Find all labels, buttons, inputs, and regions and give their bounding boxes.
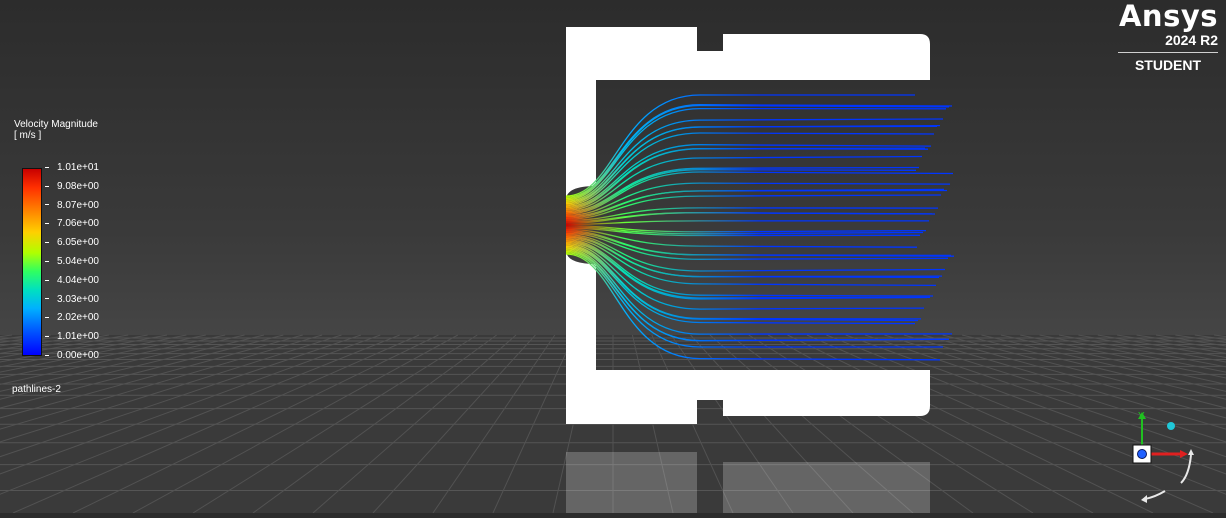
rotate-arrow-icon xyxy=(1188,449,1194,455)
y-axis-label: Y xyxy=(1138,411,1145,422)
legend-tick-mark xyxy=(45,317,49,319)
legend-tick-label: 7.06e+00 xyxy=(45,219,99,229)
pathline xyxy=(565,252,943,348)
pathlines-2 xyxy=(565,94,955,361)
brand-name: Ansys xyxy=(1118,0,1218,33)
rotate-arrow-lower-icon xyxy=(1141,495,1147,503)
brand-version: 2024 R2 xyxy=(1165,32,1218,48)
legend-tick-label: 0.00e+00 xyxy=(45,351,99,361)
legend-tick-label: 6.05e+00 xyxy=(45,238,99,248)
legend-tick-label: 4.04e+00 xyxy=(45,274,99,286)
legend-tick-text: 8.07e+00 xyxy=(57,199,99,211)
legend-tick-label: 5.04e+00 xyxy=(45,257,99,267)
pathline xyxy=(565,107,947,201)
legend-tick-label: 2.02e+00 xyxy=(45,313,99,323)
pathline xyxy=(565,230,955,257)
rotate-arc-icon[interactable] xyxy=(1180,454,1192,484)
legend-tick-mark xyxy=(45,260,49,262)
pathline xyxy=(565,234,946,272)
legend-tick-mark xyxy=(45,204,49,206)
legend-tick-text: 5.04e+00 xyxy=(57,256,99,267)
legend-tick-label: 9.08e+00 xyxy=(45,180,99,192)
legend-tick-mark xyxy=(45,336,49,338)
isometric-view-ball[interactable] xyxy=(1167,422,1175,430)
pathline xyxy=(565,237,937,287)
legend-tick-text: 6.05e+00 xyxy=(57,237,99,249)
axis-triad[interactable]: Y xyxy=(1105,405,1215,510)
legend-tick-text: 0.00e+00 xyxy=(57,350,99,361)
legend-tick-text: 7.06e+00 xyxy=(57,218,99,230)
pathline xyxy=(565,248,953,335)
legend-tick-label: 1.01e+01 xyxy=(45,163,99,173)
legend-colorbar[interactable] xyxy=(22,168,42,356)
legend-tick-text: 1.01e+01 xyxy=(57,162,99,173)
legend-tick-label: 8.07e+00 xyxy=(45,199,99,211)
scene-canvas[interactable] xyxy=(0,0,1226,514)
ansys-brand: Ansys 2024 R2 STUDENT xyxy=(1118,0,1218,73)
pathline xyxy=(565,224,927,233)
legend-tick-mark xyxy=(45,354,49,356)
legend-tick-text: 1.01e+00 xyxy=(57,331,99,343)
legend-units: [ m/s ] xyxy=(14,130,42,141)
legend-tick-mark xyxy=(45,223,49,225)
legend-tick-text: 4.04e+00 xyxy=(57,274,99,286)
legend-tick-mark xyxy=(45,185,49,187)
pathline xyxy=(565,132,935,206)
legend-tick-label: 3.03e+00 xyxy=(45,293,99,305)
pathline xyxy=(565,125,938,205)
x-axis-arrow xyxy=(1180,450,1188,458)
graphics-viewport[interactable] xyxy=(0,0,1226,514)
legend-title: Velocity Magnitude xyxy=(14,119,98,130)
brand-edition: STUDENT xyxy=(1134,57,1202,73)
legend-tick-text: 3.03e+00 xyxy=(57,293,99,305)
brand-divider xyxy=(1118,52,1218,53)
pathline xyxy=(565,220,929,226)
legend-tick-mark xyxy=(45,166,49,168)
z-axis-dot xyxy=(1137,449,1147,459)
object-label: pathlines-2 xyxy=(12,384,61,395)
legend-tick-mark xyxy=(45,298,49,300)
legend-tick-label: 1.01e+00 xyxy=(45,332,99,342)
pathline xyxy=(565,239,934,297)
legend-tick-text: 9.08e+00 xyxy=(57,180,99,192)
legend-tick-mark xyxy=(45,279,49,281)
legend-tick-mark xyxy=(45,242,49,244)
legend-tick-text: 2.02e+00 xyxy=(57,312,99,324)
rotate-arc-lower-icon[interactable] xyxy=(1144,490,1166,500)
